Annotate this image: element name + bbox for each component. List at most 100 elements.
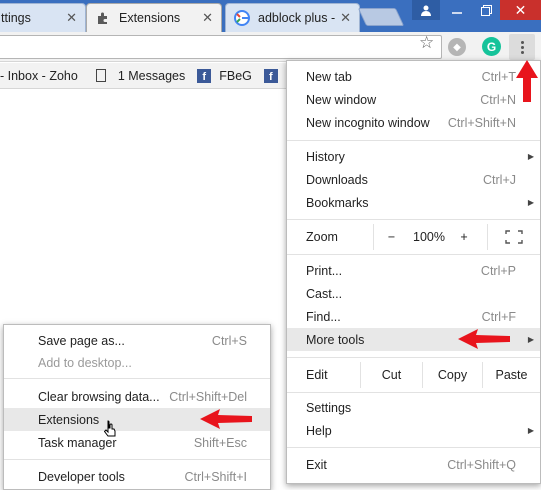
- tab-extensions[interactable]: Extensions ✕: [86, 3, 222, 32]
- chrome-menu: New tab Ctrl+T New window Ctrl+N New inc…: [286, 60, 541, 484]
- menu-item-cast[interactable]: Cast...: [287, 282, 540, 305]
- red-arrow-icon: [516, 60, 538, 102]
- menu-shortcut: Ctrl+N: [480, 92, 516, 107]
- bookmark-messages[interactable]: 1 Messages: [95, 68, 186, 83]
- window-close-icon[interactable]: ✕: [500, 0, 541, 20]
- menu-shortcut: Ctrl+Shift+I: [184, 469, 247, 484]
- grammarly-icon[interactable]: G: [482, 37, 501, 56]
- close-icon[interactable]: ✕: [202, 11, 213, 25]
- bookmark-label: 1 Messages: [117, 68, 186, 83]
- paste-label: Paste: [495, 368, 528, 382]
- menu-item-new-tab[interactable]: New tab Ctrl+T: [287, 65, 540, 88]
- zoom-minus-label: −: [387, 230, 396, 244]
- submenu-item-clear-browsing[interactable]: Clear browsing data... Ctrl+Shift+Del: [4, 385, 270, 408]
- menu-label: History: [306, 149, 345, 164]
- cut-label: Cut: [381, 368, 402, 382]
- zoom-label: Zoom: [306, 230, 338, 244]
- menu-label: New incognito window: [306, 115, 430, 130]
- menu-shortcut: Shift+Esc: [193, 435, 247, 450]
- bookmark-fbeg[interactable]: f FBeG: [197, 68, 252, 83]
- toolbar: ☆ ◆ G: [0, 32, 541, 62]
- bookmark-inbox[interactable]: - Inbox - Zoho: [0, 69, 78, 83]
- restore-icon[interactable]: [472, 0, 500, 20]
- submenu-item-save-page[interactable]: Save page as... Ctrl+S: [4, 329, 270, 352]
- menu-item-exit[interactable]: Exit Ctrl+Shift+Q: [287, 453, 540, 476]
- submenu-arrow-icon: ▶: [527, 426, 534, 435]
- menu-item-find[interactable]: Find... Ctrl+F: [287, 305, 540, 328]
- menu-label: Extensions: [38, 412, 100, 427]
- menu-item-print[interactable]: Print... Ctrl+P: [287, 259, 540, 282]
- cut-button[interactable]: Cut: [360, 362, 422, 388]
- zoom-out-button[interactable]: −: [373, 224, 409, 250]
- menu-shortcut: Ctrl+P: [480, 263, 516, 278]
- red-arrow-icon: [200, 409, 252, 429]
- menu-shortcut: Ctrl+Shift+Del: [169, 389, 247, 404]
- zoom-plus-label: +: [460, 230, 468, 244]
- new-tab-button[interactable]: [357, 8, 405, 26]
- star-icon[interactable]: ☆: [419, 33, 434, 53]
- close-icon[interactable]: ✕: [66, 11, 77, 25]
- zoom-in-button[interactable]: +: [449, 224, 479, 250]
- paste-button[interactable]: Paste: [482, 362, 540, 388]
- extension-icon[interactable]: ◆: [448, 38, 466, 56]
- menu-divider: [4, 459, 270, 460]
- minimize-icon[interactable]: [442, 0, 472, 20]
- menu-label: Save page as...: [38, 333, 125, 348]
- menu-label: Downloads: [306, 172, 368, 187]
- copy-button[interactable]: Copy: [422, 362, 482, 388]
- tab-settings-label: ttings: [1, 11, 31, 25]
- submenu-item-developer-tools[interactable]: Developer tools Ctrl+Shift+I: [4, 465, 270, 488]
- menu-item-help[interactable]: Help ▶: [287, 419, 540, 442]
- submenu-arrow-icon: ▶: [527, 152, 534, 161]
- menu-label: Help: [306, 423, 332, 438]
- menu-divider: [287, 254, 540, 255]
- zoom-level-value: 100%: [413, 230, 445, 244]
- tab-adblock[interactable]: adblock plus - ✕: [225, 3, 360, 32]
- menu-shortcut: Ctrl+T: [481, 69, 516, 84]
- facebook-icon: f: [197, 68, 212, 83]
- menu-label: New tab: [306, 69, 352, 84]
- menu-item-downloads[interactable]: Downloads Ctrl+J: [287, 168, 540, 191]
- zoom-row: Zoom − 100% +: [287, 224, 540, 250]
- tab-extensions-label: Extensions: [119, 11, 181, 25]
- mouse-cursor-icon: [104, 420, 116, 437]
- menu-label: Settings: [306, 400, 352, 415]
- user-icon[interactable]: [412, 0, 440, 20]
- menu-divider: [287, 219, 540, 220]
- submenu-item-add-desktop: Add to desktop...: [4, 351, 270, 374]
- menu-item-new-incognito[interactable]: New incognito window Ctrl+Shift+N: [287, 111, 540, 134]
- tab-settings[interactable]: ttings ✕: [0, 3, 86, 32]
- zoom-level: 100%: [409, 224, 449, 250]
- menu-label: Print...: [306, 263, 343, 278]
- menu-item-bookmarks[interactable]: Bookmarks ▶: [287, 191, 540, 214]
- copy-label: Copy: [437, 368, 468, 382]
- menu-label: Find...: [306, 309, 341, 324]
- title-bar: ttings ✕ Extensions ✕ adblock plus - ✕ ✕: [0, 0, 541, 32]
- bookmark-facebook[interactable]: f: [263, 68, 286, 83]
- menu-label: Clear browsing data...: [38, 389, 160, 404]
- submenu-arrow-icon: ▶: [527, 198, 534, 207]
- document-icon: [95, 69, 106, 82]
- google-icon: [234, 10, 250, 26]
- menu-shortcut: Ctrl+S: [211, 333, 247, 348]
- facebook-icon: f: [263, 68, 278, 83]
- menu-label: Cast...: [306, 286, 343, 301]
- menu-label: More tools: [306, 332, 365, 347]
- bookmark-label: FBeG: [219, 68, 252, 83]
- bookmark-label: - Inbox - Zoho: [0, 68, 78, 83]
- submenu-arrow-icon: ▶: [527, 335, 534, 344]
- menu-divider: [4, 378, 270, 379]
- menu-shortcut: Ctrl+Shift+Q: [447, 457, 516, 472]
- menu-divider: [287, 357, 540, 358]
- close-icon[interactable]: ✕: [340, 11, 351, 25]
- menu-item-history[interactable]: History ▶: [287, 145, 540, 168]
- submenu-item-task-manager[interactable]: Task manager Shift+Esc: [4, 431, 270, 454]
- red-arrow-icon: [458, 329, 510, 349]
- fullscreen-icon[interactable]: [487, 224, 540, 250]
- address-bar[interactable]: [0, 35, 442, 59]
- menu-item-new-window[interactable]: New window Ctrl+N: [287, 88, 540, 111]
- menu-item-settings[interactable]: Settings: [287, 396, 540, 419]
- menu-label: Developer tools: [38, 469, 125, 484]
- menu-dots-icon[interactable]: [509, 34, 535, 60]
- menu-label: New window: [306, 92, 377, 107]
